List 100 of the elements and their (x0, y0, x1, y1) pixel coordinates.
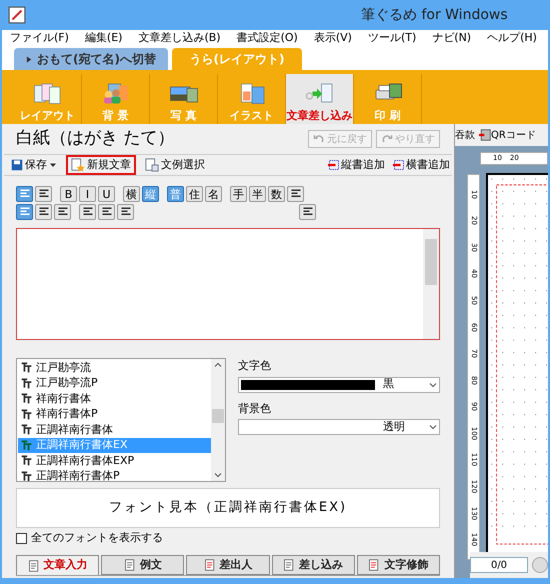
lines-icon (18, 206, 30, 218)
lines-icon (38, 206, 50, 218)
font-list-item[interactable]: 正調祥南行書体P (18, 468, 211, 481)
format-button[interactable] (117, 204, 134, 220)
toolbar-button[interactable]: 文章差し込み (286, 74, 354, 124)
chevron-up-icon (214, 361, 222, 369)
format-button[interactable] (16, 204, 33, 220)
app-logo-icon (8, 6, 26, 24)
scrollbar-thumb[interactable] (425, 239, 437, 285)
truetype-icon (21, 440, 32, 451)
triangle-icon (26, 56, 33, 62)
truetype-icon (21, 470, 32, 481)
checkbox[interactable] (16, 532, 27, 544)
bottom-tab[interactable]: 文章入力 (16, 555, 100, 575)
format-button[interactable]: I (79, 186, 96, 202)
color-label: 背景色 (238, 400, 272, 416)
lines-icon (18, 188, 30, 200)
caret-icon (49, 161, 57, 169)
chevron-down-icon (429, 380, 437, 388)
text-input-area[interactable] (16, 228, 440, 340)
font-list-item[interactable]: 祥南行書体 (18, 391, 211, 406)
format-button[interactable]: 半 (249, 186, 266, 202)
action-button[interactable]: 保存 (6, 155, 62, 175)
text-frame-icon (393, 159, 405, 171)
add-text-button[interactable]: 縦書追加 (328, 156, 385, 174)
action-button[interactable]: 新規文章 (66, 155, 136, 175)
document-title: 白紙（はがき たて） (16, 127, 174, 150)
lines-icon (302, 206, 314, 218)
checkbox-label: 全てのフォントを表示する (31, 530, 163, 546)
bottom-tab[interactable]: 例文 (101, 555, 184, 575)
format-button[interactable]: 横 (123, 186, 140, 202)
font-list-item[interactable]: 祥南行書体P (18, 406, 211, 422)
format-button[interactable]: B (60, 186, 77, 202)
undo-icon (313, 133, 325, 145)
action-button[interactable]: 文例選択 (140, 155, 210, 175)
text-frame-icon (328, 159, 340, 171)
menu-item[interactable]: ファイル(F) (10, 30, 69, 46)
scrollbar[interactable] (211, 359, 225, 481)
color-dropdown[interactable]: 透明 (238, 419, 440, 435)
format-button[interactable]: 手 (230, 186, 247, 202)
color-dropdown[interactable]: 黒 (238, 376, 440, 392)
bottom-tab[interactable]: 差出人 (186, 555, 270, 575)
format-button[interactable] (54, 204, 71, 220)
format-button[interactable] (35, 186, 52, 202)
face-tab[interactable]: おもて(宛て名)へ切替 (14, 48, 168, 70)
tab-icon (283, 559, 296, 571)
truetype-icon (21, 393, 32, 404)
lines-icon (290, 188, 302, 200)
format-button[interactable] (16, 186, 33, 202)
redo-icon (381, 133, 393, 145)
header-text: 吞款 (455, 128, 475, 142)
format-button[interactable] (79, 204, 96, 220)
tab-icon (368, 559, 380, 571)
tab-icon (28, 560, 40, 572)
truetype-icon (21, 378, 32, 389)
lines-icon (120, 206, 132, 218)
scrollbar[interactable] (423, 229, 439, 339)
menu-item[interactable]: 書式設定(O) (236, 30, 298, 46)
format-button[interactable] (98, 204, 115, 220)
lines-icon (56, 206, 68, 218)
menu-item[interactable]: 表示(V) (314, 30, 352, 46)
lines-icon (100, 206, 112, 218)
menu-item[interactable]: ツール(T) (368, 30, 416, 46)
window-title: 筆ぐるめ for Windows (361, 6, 508, 24)
font-list-item[interactable]: 正調祥南行書体 (18, 422, 211, 438)
truetype-icon (21, 424, 32, 436)
format-button[interactable]: 住 (186, 186, 203, 202)
lines-icon (82, 206, 94, 218)
page-counter: 0/0 (470, 557, 528, 573)
lines-icon (38, 188, 50, 200)
truetype-icon (21, 408, 32, 420)
format-button[interactable] (35, 204, 52, 220)
menu-item[interactable]: 編集(E) (84, 30, 122, 46)
font-list-item[interactable]: 江戸勘亭流 (18, 360, 211, 376)
format-button[interactable] (299, 204, 316, 220)
scrollbar-thumb[interactable] (212, 409, 224, 423)
bottom-tab[interactable]: 文字修飾 (356, 555, 440, 575)
chevron-down-icon (429, 423, 437, 431)
font-list-item[interactable]: 正調祥南行書体EXP (18, 453, 211, 468)
format-button[interactable]: U (98, 186, 115, 202)
add-text-button[interactable]: 横書追加 (393, 156, 450, 174)
menu-item[interactable]: 文章差し込み(B) (138, 30, 221, 46)
format-button[interactable] (287, 186, 304, 202)
menu-item[interactable]: ヘルプ(H) (487, 30, 537, 46)
truetype-icon (21, 455, 32, 466)
chevron-down-icon (214, 471, 222, 479)
truetype-icon (21, 362, 32, 374)
tab-icon (204, 559, 216, 571)
font-preview: フォント見本（正調祥南行書体EX) (16, 488, 440, 528)
tab-icon (124, 559, 136, 571)
save-icon (11, 159, 23, 171)
qr-code-button[interactable]: QRコード (479, 128, 536, 142)
format-button[interactable]: 名 (205, 186, 222, 202)
document-star-icon (71, 158, 85, 172)
document-icon (145, 158, 159, 172)
menu-item[interactable]: ナビ(N) (432, 30, 472, 46)
format-button[interactable]: 数 (268, 186, 285, 202)
color-label: 文字色 (238, 358, 272, 374)
font-list-item[interactable]: 江戸勘亭流P (18, 376, 211, 391)
bottom-tab[interactable]: 差し込み (272, 555, 355, 575)
